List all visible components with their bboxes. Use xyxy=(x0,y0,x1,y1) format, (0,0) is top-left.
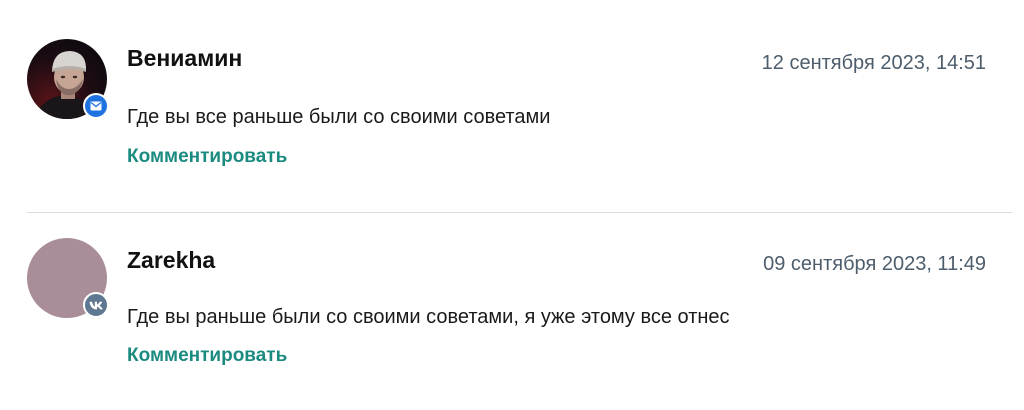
comment-item: Вениамин 12 сентября 2023, 14:51 Где вы … xyxy=(0,0,1024,212)
vk-icon xyxy=(83,292,109,318)
comment-date: 12 сентября 2023, 14:51 xyxy=(761,52,986,74)
comment-text: Где вы раньше были со своими советами, я… xyxy=(127,306,730,328)
comment-author: Вениамин xyxy=(127,45,243,71)
comment-reply-link[interactable]: Комментировать xyxy=(127,345,287,367)
comment-author: Zarekha xyxy=(127,247,216,273)
avatar-container xyxy=(27,238,109,318)
comment-date: 09 сентября 2023, 11:49 xyxy=(763,253,986,275)
comment-divider xyxy=(27,212,1012,213)
mail-icon xyxy=(83,93,109,119)
comment-text: Где вы все раньше были со своими советам… xyxy=(127,106,551,128)
comment-item: Zarekha 09 сентября 2023, 11:49 Где вы р… xyxy=(0,214,1024,410)
comment-reply-link[interactable]: Комментировать xyxy=(127,146,287,168)
avatar-container xyxy=(27,39,109,119)
